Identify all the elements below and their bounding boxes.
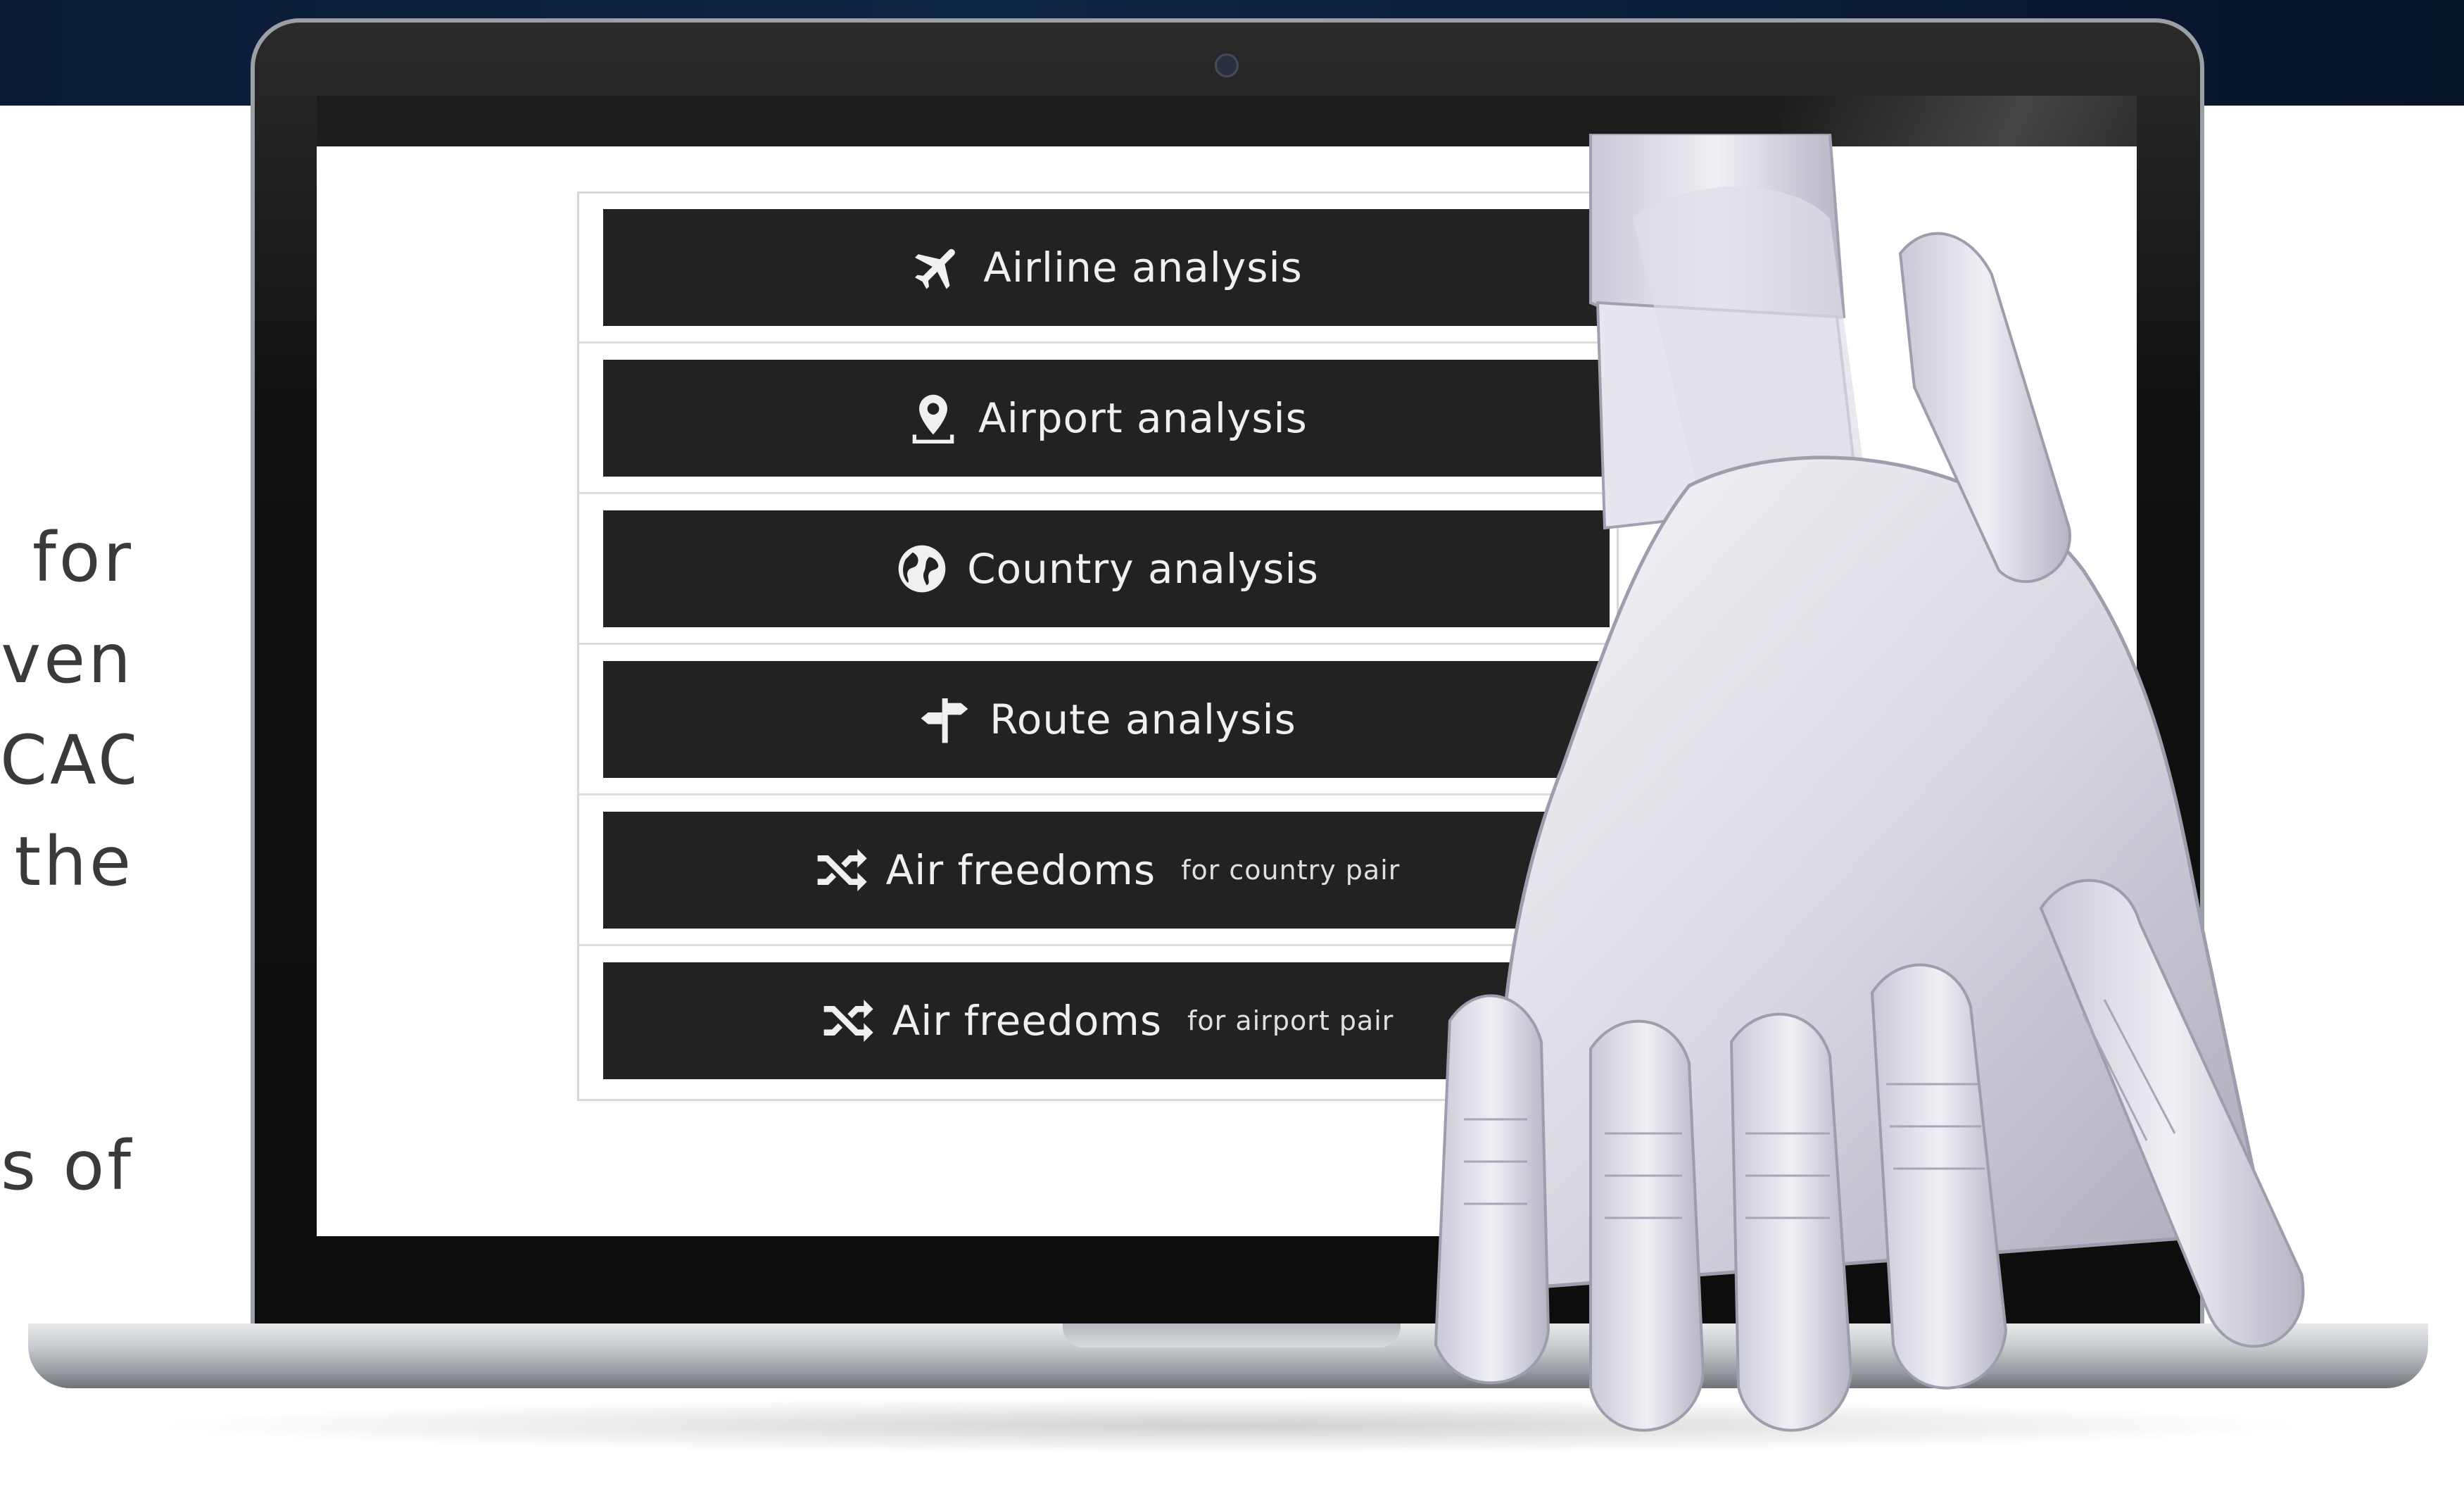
side-text-gap (0, 912, 134, 1115)
side-text-line: ven (1, 620, 134, 698)
map-pin-icon (905, 390, 961, 446)
airline-analysis-label: Airline analysis (983, 244, 1303, 291)
signpost-icon (916, 691, 973, 748)
airport-analysis-label: Airport analysis (978, 394, 1308, 442)
country-analysis-label: Country analysis (967, 545, 1319, 593)
airplane-icon (910, 239, 966, 296)
robot-hand-image (1434, 134, 2305, 1432)
globe-icon (894, 541, 950, 597)
shuffle-icon (819, 993, 876, 1049)
route-analysis-label: Route analysis (990, 696, 1296, 743)
side-text-line: the (14, 822, 134, 901)
side-text-line: CAO (0, 721, 134, 800)
air-freedoms-airport-label: Air freedoms (892, 997, 1163, 1045)
side-description-text: for ven CAO the s of (0, 507, 134, 1216)
shuffle-icon (813, 842, 869, 898)
webcam-icon (1215, 54, 1239, 77)
side-text-line: for (32, 518, 134, 597)
side-text-line: s of (0, 1126, 134, 1205)
air-freedoms-country-label: Air freedoms (885, 846, 1156, 894)
